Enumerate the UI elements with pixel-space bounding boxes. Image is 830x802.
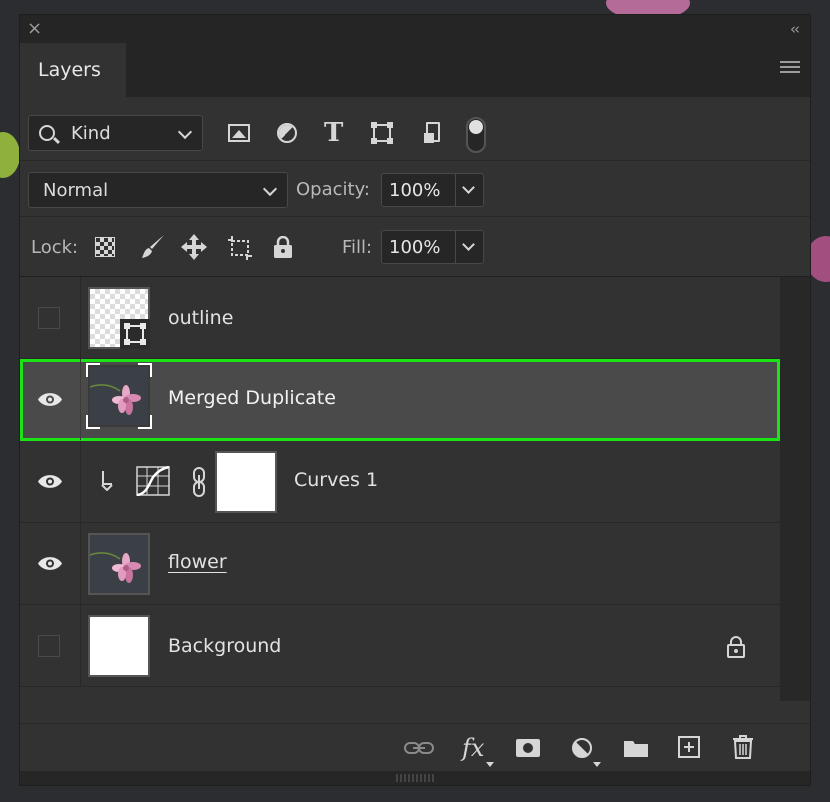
opacity-field[interactable]: 100% — [381, 173, 484, 207]
layer-row-outline[interactable]: outline — [20, 277, 780, 359]
filter-row: Kind T — [20, 97, 810, 161]
flower-thumbnail-image — [89, 552, 141, 583]
visibility-toggle[interactable] — [38, 635, 60, 657]
layer-row-curves-1[interactable]: Curves 1 — [20, 441, 780, 523]
clipping-arrow-icon — [101, 471, 113, 491]
layers-bottom-toolbar: fx — [20, 723, 810, 774]
layer-name[interactable]: Background — [168, 635, 281, 657]
panel-title-bar: × ‹‹ — [20, 15, 810, 43]
eye-icon[interactable] — [37, 556, 63, 571]
panel-resize-strip[interactable] — [20, 771, 810, 785]
layer-mask-thumbnail[interactable] — [215, 451, 277, 513]
tab-layers[interactable]: Layers — [20, 43, 126, 97]
eye-icon[interactable] — [37, 474, 63, 489]
chevron-down-icon — [262, 181, 278, 197]
panel-menu-icon[interactable] — [780, 61, 800, 77]
link-layers-icon[interactable] — [404, 740, 434, 756]
background-leaf — [0, 132, 20, 178]
layer-thumbnail[interactable] — [86, 363, 152, 429]
blend-mode-dropdown[interactable]: Normal — [28, 172, 288, 208]
lock-all-icon[interactable] — [273, 236, 293, 258]
lock-transparent-pixels-icon[interactable] — [95, 237, 115, 257]
layer-name[interactable]: flower — [168, 551, 227, 573]
layer-row-flower[interactable]: flower — [20, 523, 780, 605]
fill-value: 100% — [389, 237, 441, 258]
smart-object-filter-icon[interactable] — [424, 122, 442, 144]
new-group-icon[interactable] — [623, 738, 649, 758]
layer-row-background[interactable]: Background — [20, 605, 780, 687]
dropdown-indicator — [593, 762, 601, 767]
resize-grip-icon[interactable] — [396, 774, 434, 782]
visibility-column — [20, 441, 81, 522]
layer-style-icon[interactable]: fx — [462, 734, 484, 762]
adjustment-filter-icon[interactable] — [277, 123, 297, 143]
dropdown-indicator — [486, 762, 494, 767]
fill-field[interactable]: 100% — [381, 230, 484, 264]
opacity-label: Opacity: — [296, 179, 370, 200]
shape-layer-badge-icon — [120, 319, 150, 349]
chevron-down-icon[interactable] — [462, 181, 475, 194]
layer-row-merged-duplicate[interactable]: Merged Duplicate — [20, 359, 780, 441]
visibility-column — [20, 359, 81, 440]
lock-label: Lock: — [31, 237, 79, 258]
layer-thumbnail[interactable] — [88, 287, 150, 349]
layer-locked-icon[interactable] — [725, 636, 747, 658]
layer-name[interactable]: outline — [168, 307, 233, 329]
layer-name[interactable]: Curves 1 — [294, 469, 378, 491]
visibility-toggle[interactable] — [38, 307, 60, 329]
shape-filter-icon[interactable] — [371, 122, 393, 144]
blend-row: Normal Opacity: 100% — [20, 161, 810, 217]
filter-kind-dropdown[interactable]: Kind — [28, 115, 203, 151]
chevron-down-icon — [177, 124, 193, 140]
filter-kind-label: Kind — [71, 123, 111, 144]
lock-position-icon[interactable] — [180, 233, 208, 261]
close-icon[interactable]: × — [27, 17, 42, 41]
fill-label: Fill: — [342, 237, 373, 258]
collapse-panel-icon[interactable]: ‹‹ — [790, 18, 800, 40]
add-mask-icon[interactable] — [515, 738, 541, 758]
panel-tab-row: Layers — [20, 43, 810, 97]
eye-icon[interactable] — [37, 392, 63, 407]
chevron-down-icon[interactable] — [462, 238, 475, 251]
layer-thumbnail[interactable] — [88, 615, 150, 677]
opacity-value: 100% — [389, 180, 441, 201]
filter-toggle[interactable] — [466, 117, 486, 153]
layers-panel: × ‹‹ Layers Kind T Normal Opacity: 100% — [19, 14, 811, 786]
layers-list: outline Merged Duplicate Curves 1 flower… — [20, 277, 780, 701]
type-filter-icon[interactable]: T — [324, 119, 350, 147]
lock-artboard-icon[interactable] — [226, 235, 254, 261]
blend-mode-value: Normal — [43, 180, 109, 201]
layer-name[interactable]: Merged Duplicate — [168, 387, 336, 409]
delete-layer-icon[interactable] — [732, 735, 754, 759]
visibility-column — [20, 523, 81, 604]
image-filter-icon[interactable] — [228, 124, 250, 142]
layer-thumbnail[interactable] — [88, 533, 150, 595]
search-icon — [39, 125, 55, 141]
lock-row: Lock: Fill: 100% — [20, 217, 810, 277]
new-adjustment-icon[interactable] — [571, 737, 593, 759]
layers-scrollbar[interactable] — [780, 277, 810, 701]
visibility-column — [20, 605, 81, 686]
curves-adjustment-icon[interactable] — [136, 466, 170, 496]
mask-link-icon[interactable] — [192, 467, 206, 497]
new-layer-icon[interactable] — [678, 736, 700, 758]
lock-image-pixels-icon[interactable] — [140, 233, 166, 261]
visibility-column — [20, 277, 81, 358]
